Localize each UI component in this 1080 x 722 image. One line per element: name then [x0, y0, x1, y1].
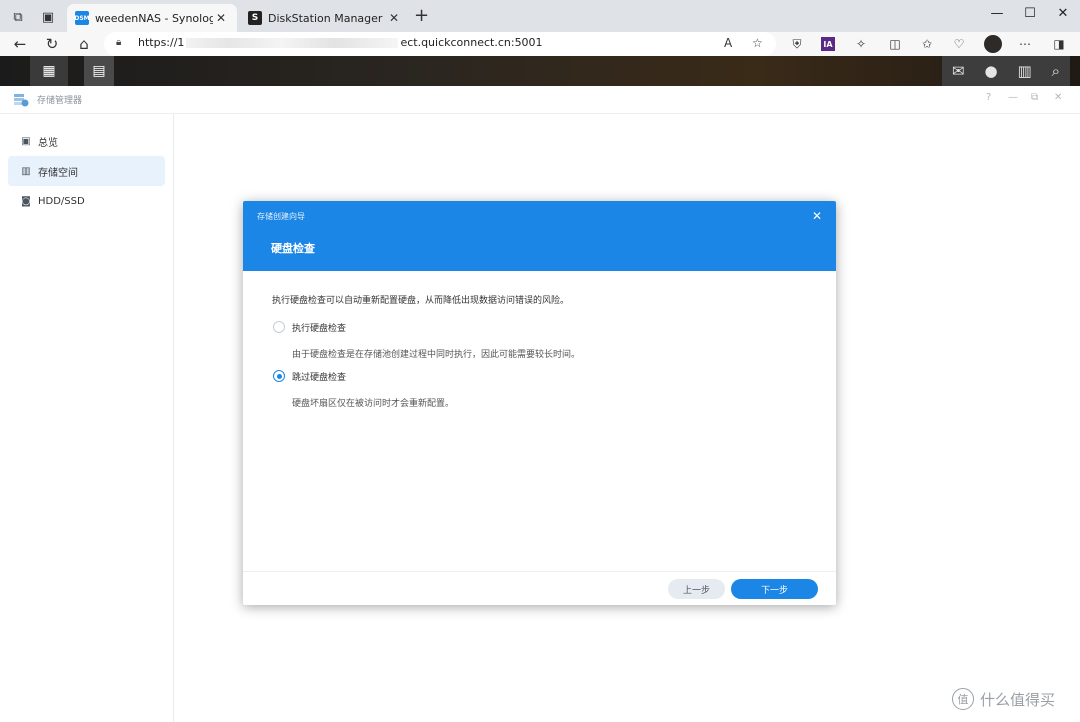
- tab-diskstation[interactable]: S DiskStation Manager 7.2 | 群晖科 ✕: [240, 4, 410, 32]
- storage-wizard-dialog: 存储创建向导 ✕ 硬盘检查 执行硬盘检查可以自动重新配置硬盘，从而降低出现数据访…: [243, 201, 836, 605]
- ia-extension-icon[interactable]: IA: [821, 37, 835, 51]
- watermark-logo-icon: 值: [952, 688, 974, 710]
- minimize-app-button[interactable]: —: [1008, 92, 1018, 103]
- step-title: 硬盘检查: [271, 242, 315, 255]
- dialog-header: 存储创建向导 ✕ 硬盘检查: [243, 201, 836, 271]
- next-button[interactable]: 下一步: [731, 579, 818, 599]
- watermark: 值 什么值得买: [952, 688, 1055, 710]
- widgets-icon[interactable]: ▥: [1017, 62, 1031, 80]
- option-hint: 硬盘坏扇区仅在被访问时才会重新配置。: [292, 399, 455, 409]
- synology-favicon-icon: S: [248, 11, 262, 25]
- radio-skip-check[interactable]: [273, 370, 285, 382]
- close-app-button[interactable]: ✕: [1054, 92, 1062, 103]
- main-menu-icon[interactable]: ▦: [30, 56, 68, 86]
- help-button[interactable]: ?: [986, 92, 991, 103]
- option-hint: 由于硬盘检查是在存储池创建过程中同时执行，因此可能需要较长时间。: [292, 350, 581, 360]
- sidebar-item-label: 总览: [38, 137, 58, 149]
- browser-tab-strip: ⧉ ▣ DSM weedenNAS - Synology NAS ✕ S Dis…: [0, 0, 1080, 32]
- system-tray: ✉︎ ● ▥ ⌕: [942, 56, 1070, 86]
- storage-icon: ▥: [21, 165, 31, 177]
- option-label[interactable]: 跳过硬盘检查: [292, 370, 346, 383]
- url-text: https://1 ect.quickconnect.cn:5001: [138, 36, 543, 49]
- tab-title: DiskStation Manager 7.2 | 群晖科: [268, 12, 386, 25]
- app-title-bar: 存储管理器 ? — ⧉ ✕: [0, 86, 1080, 114]
- overview-icon: ▣: [21, 135, 31, 147]
- maximize-window-button[interactable]: ☐: [1012, 2, 1048, 24]
- close-window-button[interactable]: ✕: [1045, 2, 1080, 24]
- sidebar-item-label: HDD/SSD: [38, 195, 85, 207]
- new-tab-button[interactable]: +: [414, 7, 429, 25]
- back-icon[interactable]: ←: [8, 33, 32, 55]
- disk-icon: ◙: [21, 195, 31, 207]
- favorite-star-icon[interactable]: ☆: [752, 36, 763, 50]
- restore-app-button[interactable]: ⧉: [1031, 92, 1038, 103]
- sidebar-item-storage[interactable]: ▥ 存储空间: [8, 156, 165, 186]
- option-label[interactable]: 执行硬盘检查: [292, 321, 346, 334]
- split-screen-icon[interactable]: ◫: [884, 35, 906, 53]
- extensions-icon[interactable]: ✧: [850, 35, 872, 53]
- read-aloud-icon[interactable]: A: [724, 36, 732, 50]
- close-tab-icon[interactable]: ✕: [213, 11, 229, 25]
- sidebar-toggle-icon[interactable]: ◨: [1048, 35, 1070, 53]
- sidebar-item-hdd-ssd[interactable]: ◙ HDD/SSD: [8, 186, 165, 216]
- tab-actions-icon[interactable]: ▣: [36, 6, 60, 28]
- notification-icon[interactable]: ✉︎: [952, 62, 965, 80]
- dsm-taskbar: ▦ ▤ ✉︎ ● ▥ ⌕: [0, 56, 1080, 86]
- tab-title: weedenNAS - Synology NAS: [95, 11, 213, 25]
- lock-icon: 🔒︎: [116, 37, 122, 48]
- app-title: 存储管理器: [37, 96, 83, 106]
- redacted-url-part: [186, 38, 399, 48]
- close-icon[interactable]: ✕: [812, 209, 822, 223]
- radio-perform-check[interactable]: [273, 321, 285, 333]
- workspaces-icon[interactable]: ⧉: [6, 6, 30, 28]
- storage-manager-taskbar-icon[interactable]: ▤: [84, 56, 114, 86]
- sidebar: ▣ 总览 ▥ 存储空间 ◙ HDD/SSD: [0, 114, 174, 722]
- profile-avatar[interactable]: [984, 35, 1002, 53]
- home-icon[interactable]: ⌂: [72, 33, 96, 55]
- shield-extension-icon[interactable]: ⛨: [786, 35, 808, 53]
- more-icon[interactable]: ⋯: [1014, 35, 1036, 53]
- search-icon[interactable]: ⌕: [1052, 62, 1060, 80]
- dialog-footer: 上一步 下一步: [243, 571, 836, 605]
- storage-manager-icon: [14, 94, 29, 107]
- minimize-window-button[interactable]: —: [979, 2, 1015, 24]
- step-description: 执行硬盘检查可以自动重新配置硬盘，从而降低出现数据访问错误的风险。: [272, 296, 570, 306]
- tab-weedennas[interactable]: DSM weedenNAS - Synology NAS ✕: [67, 4, 237, 32]
- sidebar-item-overview[interactable]: ▣ 总览: [8, 126, 165, 156]
- watermark-text: 什么值得买: [980, 690, 1056, 709]
- browser-toolbar: ← ↻ ⌂ 🔒︎ https://1 ect.quickconnect.cn:50…: [0, 32, 1080, 56]
- sidebar-item-label: 存储空间: [38, 167, 78, 179]
- user-icon[interactable]: ●: [984, 62, 997, 80]
- dsm-favicon-icon: DSM: [74, 11, 90, 25]
- previous-button[interactable]: 上一步: [668, 579, 725, 599]
- refresh-icon[interactable]: ↻: [40, 33, 64, 55]
- address-bar[interactable]: 🔒︎ https://1 ect.quickconnect.cn:5001 A ☆: [104, 32, 776, 56]
- close-tab-icon[interactable]: ✕: [386, 11, 402, 25]
- wizard-title: 存储创建向导: [257, 212, 305, 221]
- performance-icon[interactable]: ♡: [948, 35, 970, 53]
- favorites-icon[interactable]: ✩: [916, 35, 938, 53]
